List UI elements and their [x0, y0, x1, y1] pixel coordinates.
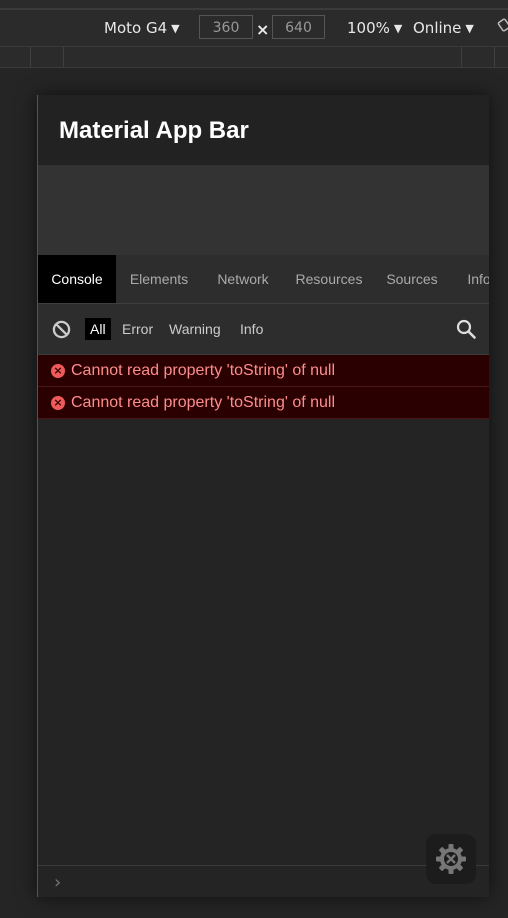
app-bar: Material App Bar [38, 95, 489, 165]
toolbar-divider [0, 8, 508, 10]
console-tab-bar: Console Elements Network Resources Sourc… [38, 255, 489, 304]
width-input[interactable]: 360 [199, 15, 253, 39]
caret-down-icon: ▼ [465, 22, 474, 35]
block-icon[interactable] [52, 320, 71, 339]
ruler-tick [461, 47, 462, 67]
network-select-label: Online [413, 19, 462, 37]
tab-elements[interactable]: Elements [122, 255, 196, 303]
device-select-label: Moto G4 [104, 19, 168, 37]
dimension-separator: × [256, 20, 270, 39]
log-entry[interactable]: × Cannot read property 'toString' of nul… [38, 387, 489, 419]
tab-resources[interactable]: Resources [291, 255, 367, 303]
console-prompt[interactable]: › [38, 865, 489, 897]
media-query-ruler [0, 46, 508, 68]
error-icon: × [51, 396, 65, 410]
filter-warning[interactable]: Warning [164, 318, 226, 340]
zoom-select-label: 100% [347, 19, 390, 37]
ruler-tick [494, 47, 495, 67]
app-bar-title: Material App Bar [59, 117, 249, 144]
log-entry[interactable]: × Cannot read property 'toString' of nul… [38, 355, 489, 387]
tab-network[interactable]: Network [208, 255, 278, 303]
chevron-right-icon: › [54, 872, 62, 893]
device-viewport: Material App Bar Console Elements Networ… [37, 95, 489, 897]
device-select[interactable]: Moto G4 ▼ [104, 19, 180, 38]
tab-info[interactable]: Info [459, 255, 489, 303]
filter-error[interactable]: Error [117, 318, 158, 340]
log-message: Cannot read property 'toString' of null [71, 362, 336, 379]
device-toolbar: Moto G4 ▼ 360 × 640 100% ▼ Online ▼ [0, 0, 508, 46]
settings-button[interactable] [426, 834, 476, 884]
log-message: Cannot read property 'toString' of null [71, 394, 336, 411]
zoom-select[interactable]: 100% ▼ [347, 19, 402, 38]
app-content-area [38, 165, 489, 255]
filter-info[interactable]: Info [235, 318, 268, 340]
tab-console[interactable]: Console [38, 255, 116, 303]
network-select[interactable]: Online ▼ [413, 19, 474, 38]
ruler-tick [30, 47, 31, 67]
ruler-tick [63, 47, 64, 67]
error-icon: × [51, 364, 65, 378]
height-input[interactable]: 640 [272, 15, 325, 39]
gear-icon [436, 844, 466, 874]
caret-down-icon: ▼ [393, 22, 403, 35]
rotate-icon[interactable] [497, 18, 508, 32]
tab-sources[interactable]: Sources [380, 255, 444, 303]
console-filter-bar: All Error Warning Info [38, 304, 489, 355]
caret-down-icon: ▼ [171, 22, 180, 35]
filter-all[interactable]: All [85, 318, 111, 340]
search-icon[interactable] [456, 319, 476, 339]
